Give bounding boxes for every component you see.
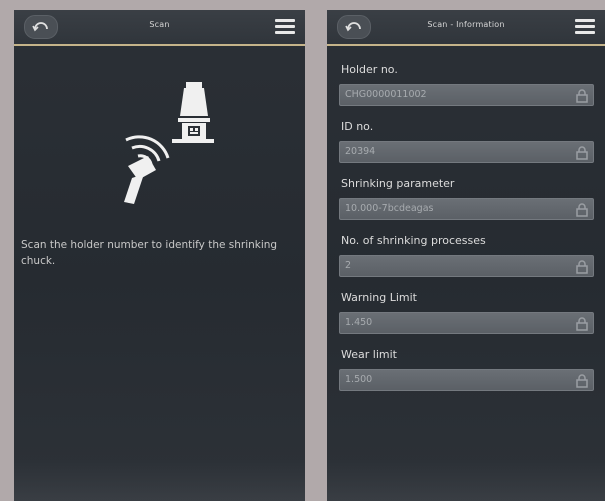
warning-limit-value: 1.450	[345, 317, 373, 328]
warning-limit-label: Warning Limit	[341, 291, 417, 304]
page-title: Scan - Information	[427, 20, 505, 29]
lock-icon	[576, 260, 588, 274]
scan-instruction-text: Scan the holder number to identify the s…	[21, 239, 278, 267]
id-no-value: 20394	[345, 146, 376, 157]
id-no-field: 20394	[339, 141, 594, 163]
scan-information-screen: Scan - Information Holder no. CHG0000011…	[327, 10, 605, 501]
lock-icon	[576, 203, 588, 217]
back-arrow-icon	[345, 22, 361, 32]
lock-icon	[576, 317, 588, 331]
hamburger-menu-icon	[575, 19, 595, 22]
lock-icon	[576, 374, 588, 388]
scan-screen: Scan Scan the holder number to identify …	[14, 10, 305, 501]
shrinking-parameter-field: 10.000-7bcdeagas	[339, 198, 594, 220]
shrinking-parameter-value: 10.000-7bcdeagas	[345, 203, 434, 214]
lock-icon	[576, 89, 588, 103]
bottom-bar	[327, 461, 605, 501]
holder-no-field: CHG0000011002	[339, 84, 594, 106]
page-title: Scan	[149, 20, 170, 29]
menu-button[interactable]	[272, 14, 298, 39]
top-bar: Scan - Information	[327, 10, 605, 46]
back-button[interactable]	[337, 15, 371, 39]
shrinking-parameter-label: Shrinking parameter	[341, 177, 455, 190]
wear-limit-field: 1.500	[339, 369, 594, 391]
holder-no-value: CHG0000011002	[345, 89, 427, 100]
barcode-scanner-icon	[124, 82, 214, 204]
shrinking-processes-field: 2	[339, 255, 594, 277]
shrinking-processes-value: 2	[345, 260, 352, 271]
lock-icon	[576, 146, 588, 160]
holder-no-label: Holder no.	[341, 63, 398, 76]
hamburger-menu-icon	[275, 19, 295, 22]
warning-limit-field: 1.450	[339, 312, 594, 334]
shrinking-processes-label: No. of shrinking processes	[341, 234, 486, 247]
top-bar: Scan	[14, 10, 305, 46]
menu-button[interactable]	[572, 14, 598, 39]
id-no-label: ID no.	[341, 120, 374, 133]
wear-limit-label: Wear limit	[341, 348, 397, 361]
back-arrow-icon	[32, 22, 48, 32]
bottom-bar	[14, 461, 305, 501]
back-button[interactable]	[24, 15, 58, 39]
wear-limit-value: 1.500	[345, 374, 373, 385]
